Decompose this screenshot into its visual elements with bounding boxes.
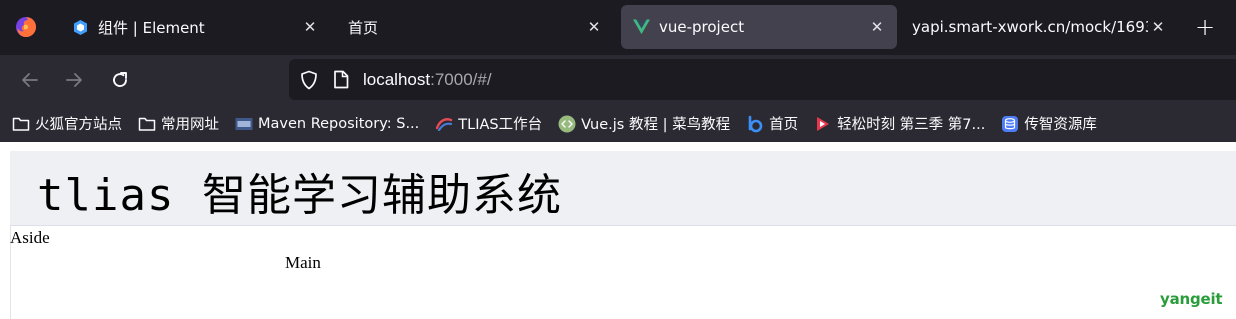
close-icon[interactable]: ✕ (1148, 17, 1168, 37)
url-host: localhost (363, 69, 431, 89)
url-path: :7000/#/ (430, 69, 492, 89)
bookmark-label: Vue.js 教程 | 菜鸟教程 (581, 117, 731, 133)
tab-title: yapi.smart-xwork.cn/mock/1693 (912, 18, 1148, 36)
arrow-left-icon (22, 73, 38, 87)
bookmark-vue-tutorial[interactable]: Vue.js 教程 | 菜鸟教程 (558, 113, 730, 134)
tlias-icon (435, 115, 453, 133)
bookmark-home[interactable]: 首页 (746, 113, 798, 134)
bookmark-tlias[interactable]: TLIAS工作台 (435, 113, 542, 134)
video-icon (814, 115, 832, 133)
new-tab-button[interactable]: + (1190, 12, 1220, 42)
close-icon[interactable]: ✕ (584, 17, 604, 37)
firefox-icon (16, 17, 36, 37)
tab-element[interactable]: 组件 | Element ✕ (60, 5, 330, 49)
bookmark-label: Maven Repository: S... (258, 115, 420, 132)
bookmark-label: 常用网址 (161, 117, 219, 133)
shield-icon[interactable] (299, 70, 319, 90)
bookmark-label: 轻松时刻 第三季 第7... (837, 117, 986, 133)
reload-icon (113, 72, 127, 87)
bookmark-label: 首页 (769, 117, 799, 133)
bookmark-label: TLIAS工作台 (458, 117, 543, 133)
page-info-icon[interactable] (331, 70, 351, 90)
vue-logo-icon (633, 19, 650, 36)
page-viewport: tlias 智能学习辅助系统 Aside Main yangeit (0, 142, 1236, 319)
tab-title: 组件 | Element (98, 18, 205, 37)
aside-label: Aside (10, 228, 50, 247)
navigation-toolbar: localhost:7000/#/ (0, 55, 1236, 105)
arrow-right-icon (66, 73, 82, 87)
page-header: tlias 智能学习辅助系统 (10, 151, 1236, 226)
firefox-menu-button[interactable] (7, 9, 45, 45)
tab-vue-project[interactable]: vue-project ✕ (621, 5, 897, 49)
bookmark-maven[interactable]: Maven Repository: S... (235, 115, 419, 133)
folder-icon (12, 115, 30, 133)
element-cube-icon (72, 19, 89, 36)
address-bar[interactable]: localhost:7000/#/ (289, 59, 1236, 100)
bilibili-icon (746, 115, 764, 133)
runoob-icon (558, 115, 576, 133)
back-button[interactable] (14, 64, 46, 96)
bookmark-label: 传智资源库 (1024, 117, 1097, 133)
bookmarks-toolbar: 火狐官方站点 常用网址 Maven Repository: S... TLIAS… (0, 105, 1236, 142)
tab-home[interactable]: 首页 ✕ (336, 5, 614, 49)
bookmark-video[interactable]: 轻松时刻 第三季 第7... (814, 113, 985, 134)
plus-icon: + (1194, 13, 1216, 41)
tab-yapi[interactable]: yapi.smart-xwork.cn/mock/1693 ✕ (900, 5, 1178, 49)
main-label: Main (285, 253, 321, 272)
tab-title: 首页 (348, 18, 379, 37)
database-icon (1001, 115, 1019, 133)
close-icon[interactable]: ✕ (867, 17, 887, 37)
bookmark-label: 火狐官方站点 (35, 117, 122, 133)
forward-button[interactable] (58, 64, 90, 96)
page-title: tlias 智能学习辅助系统 (37, 170, 562, 221)
maven-icon (235, 115, 253, 133)
bookmark-common-sites[interactable]: 常用网址 (138, 113, 219, 134)
reload-button[interactable] (104, 64, 136, 96)
folder-icon (138, 115, 156, 133)
watermark-logo: yangeit (1160, 290, 1223, 308)
close-icon[interactable]: ✕ (300, 17, 320, 37)
tab-strip: 组件 | Element ✕ 首页 ✕ vue-project ✕ yapi.s… (0, 0, 1236, 55)
bookmark-firefox-sites[interactable]: 火狐官方站点 (12, 113, 122, 134)
bookmark-resource[interactable]: 传智资源库 (1001, 113, 1097, 134)
tab-title: vue-project (659, 18, 745, 36)
